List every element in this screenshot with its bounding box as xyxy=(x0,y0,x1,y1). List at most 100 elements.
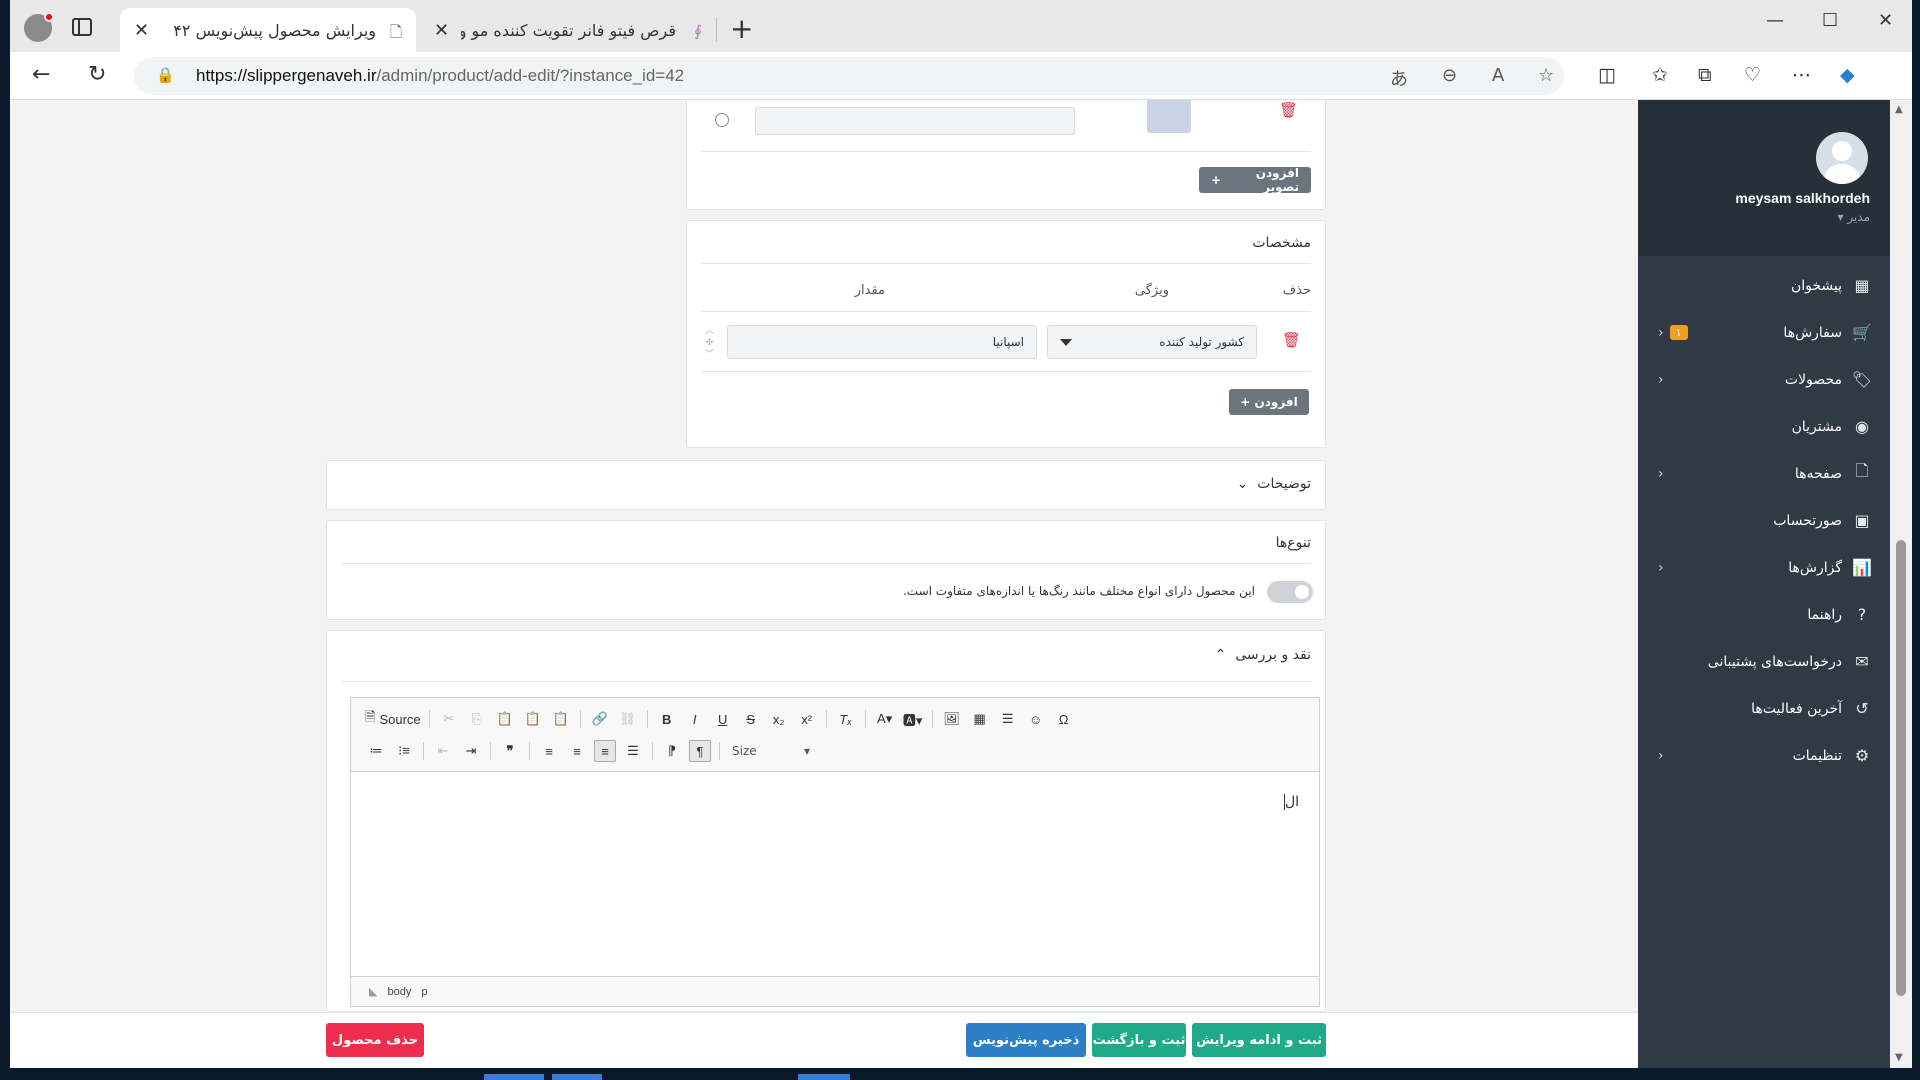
lock-icon[interactable]: 🔒 xyxy=(156,66,175,84)
underline-icon[interactable]: U xyxy=(712,708,734,730)
taskbar-item[interactable] xyxy=(798,1074,850,1080)
avatar[interactable] xyxy=(1816,132,1868,184)
read-aloud-icon[interactable]: A xyxy=(1492,65,1504,86)
save-draft-button[interactable]: ذخیره پیش‌نویس xyxy=(966,1023,1086,1057)
horizontal-line-icon[interactable]: ☰ xyxy=(997,708,1019,730)
align-left-icon[interactable]: ≡ xyxy=(538,740,560,762)
sidebar-item[interactable]: 🛒 سفارش‌ها ۱ ‹ xyxy=(1638,309,1890,356)
save-back-button[interactable]: ثبت و بازگشت xyxy=(1092,1023,1186,1057)
tab-active[interactable]: 🗋 ویرایش محصول پیش‌نویس ۴۲ ✕ xyxy=(120,8,416,52)
split-screen-icon[interactable]: ◫ xyxy=(1598,64,1616,86)
taskbar-item[interactable] xyxy=(484,1074,544,1080)
delete-image-icon[interactable]: 🗑 xyxy=(1279,101,1298,119)
main-image-radio[interactable] xyxy=(715,113,729,127)
close-window-icon[interactable]: ✕ xyxy=(1878,10,1893,31)
sidebar-item[interactable]: ▣ صورتحساب xyxy=(1638,497,1890,544)
profile-avatar[interactable] xyxy=(24,12,54,42)
delete-spec-icon[interactable]: 🗑 xyxy=(1282,331,1301,349)
url-text[interactable]: https://slippergenaveh.ir/admin/product/… xyxy=(196,66,684,86)
unlink-icon[interactable]: ⛓ xyxy=(617,708,639,730)
attribute-select[interactable]: کشور تولید کننده xyxy=(1047,325,1257,359)
spec-value-input[interactable]: اسپانیا xyxy=(727,325,1037,359)
bg-color-icon[interactable]: 🅰▾ xyxy=(902,708,924,730)
description-title[interactable]: توضیحات ⌄ xyxy=(1237,476,1311,492)
zoom-out-icon[interactable]: ⊖ xyxy=(1442,65,1457,86)
translate-icon[interactable]: あ xyxy=(1390,65,1408,91)
strike-icon[interactable]: S xyxy=(740,708,762,730)
path-p[interactable]: p xyxy=(421,986,427,998)
ltr-icon[interactable]: ⁋ xyxy=(661,740,683,762)
save-continue-button[interactable]: ثبت و ادامه ویرایش xyxy=(1192,1023,1326,1057)
paste-icon[interactable]: 📋 xyxy=(494,708,516,730)
path-body[interactable]: body xyxy=(387,986,411,998)
cut-icon[interactable]: ✂ xyxy=(438,708,460,730)
paste-text-icon[interactable]: 📋 xyxy=(522,708,544,730)
add-image-button[interactable]: افزودن تصویر + xyxy=(1199,166,1311,194)
text-color-icon[interactable]: A▾ xyxy=(874,708,896,730)
favorites-icon[interactable]: ✩ xyxy=(1652,64,1668,86)
source-button[interactable]: 🗎 Source xyxy=(365,708,421,730)
scroll-down-icon[interactable]: ▼ xyxy=(1895,1052,1903,1063)
subscript-icon[interactable]: x₂ xyxy=(768,708,790,730)
superscript-icon[interactable]: x² xyxy=(796,708,818,730)
sidebar-item[interactable]: ? راهنما xyxy=(1638,591,1890,638)
indent-icon[interactable]: ⇥ xyxy=(460,740,482,762)
font-size-select[interactable]: Size ▾ xyxy=(728,740,814,762)
description-card[interactable]: توضیحات ⌄ xyxy=(326,460,1326,510)
bulleted-list-icon[interactable]: ⁝≡ xyxy=(393,740,415,762)
align-justify-icon[interactable]: ☰ xyxy=(622,740,644,762)
browser-essentials-icon[interactable]: ♡ xyxy=(1744,64,1761,86)
sidebar-item[interactable]: ↺ آخرین فعالیت‌ها xyxy=(1638,685,1890,732)
align-center-icon[interactable]: ≡ xyxy=(566,740,588,762)
numbered-list-icon[interactable]: ≔ xyxy=(365,740,387,762)
user-role[interactable]: مدیر ▾ xyxy=(1837,210,1870,224)
back-icon[interactable]: ← xyxy=(32,62,50,87)
review-title[interactable]: نقد و بررسی ⌃ xyxy=(1215,647,1311,663)
tab-inactive[interactable]: ∮ قرص فیتو فانر تقویت کننده مو و نا ✕ xyxy=(420,8,716,52)
smiley-icon[interactable]: ☺ xyxy=(1025,708,1047,730)
sidebar-item[interactable]: ◉ مشتریان xyxy=(1638,403,1890,450)
bold-icon[interactable]: B xyxy=(656,708,678,730)
favorite-star-icon[interactable]: ☆ xyxy=(1538,65,1554,86)
image-alt-input[interactable] xyxy=(755,107,1075,135)
resize-handle-icon[interactable]: ◣ xyxy=(369,985,377,998)
close-tab-icon[interactable]: ✕ xyxy=(434,20,449,41)
copilot-icon[interactable]: ◆ xyxy=(1840,64,1855,86)
blockquote-icon[interactable]: ❞ xyxy=(499,740,521,762)
new-tab-icon[interactable]: + xyxy=(730,12,753,45)
sidebar-item[interactable]: 🗋 صفحه‌ها ‹ xyxy=(1638,450,1890,497)
more-icon[interactable]: ⋯ xyxy=(1792,64,1811,86)
maximize-icon[interactable]: ☐ xyxy=(1822,10,1838,31)
sidebar-item[interactable]: ▦ پیشخوان xyxy=(1638,262,1890,309)
link-icon[interactable]: 🔗 xyxy=(589,708,611,730)
delete-product-button[interactable]: حذف محصول xyxy=(326,1023,424,1057)
italic-icon[interactable]: I xyxy=(684,708,706,730)
minimize-icon[interactable]: — xyxy=(1766,10,1784,31)
taskbar-item[interactable] xyxy=(552,1074,602,1080)
variations-toggle[interactable] xyxy=(1267,581,1313,603)
image-icon[interactable]: 🖼 xyxy=(941,708,963,730)
sidebar-item[interactable]: ⚙ تنظیمات ‹ xyxy=(1638,732,1890,779)
editor-content[interactable]: ال xyxy=(351,772,1319,972)
page-scrollbar[interactable]: ▲ ▼ xyxy=(1890,100,1912,1068)
align-right-icon[interactable]: ≡ xyxy=(594,740,616,762)
scroll-up-icon[interactable]: ▲ xyxy=(1895,104,1903,115)
outdent-icon[interactable]: ⇤ xyxy=(432,740,454,762)
special-char-icon[interactable]: Ω xyxy=(1053,708,1075,730)
remove-format-icon[interactable]: Tₓ xyxy=(835,708,857,730)
add-spec-button[interactable]: افزودن + xyxy=(1229,389,1309,415)
table-icon[interactable]: ▦ xyxy=(969,708,991,730)
tab-actions-icon[interactable] xyxy=(72,18,92,36)
scrollbar-thumb[interactable] xyxy=(1896,540,1906,996)
close-tab-icon[interactable]: ✕ xyxy=(134,20,149,41)
address-bar[interactable]: 🔒 https://slippergenaveh.ir/admin/produc… xyxy=(134,57,1564,95)
collections-icon[interactable]: ⧉ xyxy=(1698,64,1712,86)
rtl-icon[interactable]: ¶ xyxy=(689,740,711,762)
sidebar-item[interactable]: 🏷 محصولات ‹ xyxy=(1638,356,1890,403)
sidebar-item[interactable]: 📊 گزارش‌ها ‹ xyxy=(1638,544,1890,591)
drag-handle-icon[interactable]: ︿ ✣ ﹀ xyxy=(705,325,714,361)
paste-word-icon[interactable]: 📋 xyxy=(550,708,572,730)
copy-icon[interactable]: ⎘ xyxy=(466,708,488,730)
sidebar-item[interactable]: ✉ درخواست‌های پشتیبانی xyxy=(1638,638,1890,685)
refresh-icon[interactable]: ↻ xyxy=(88,62,106,87)
